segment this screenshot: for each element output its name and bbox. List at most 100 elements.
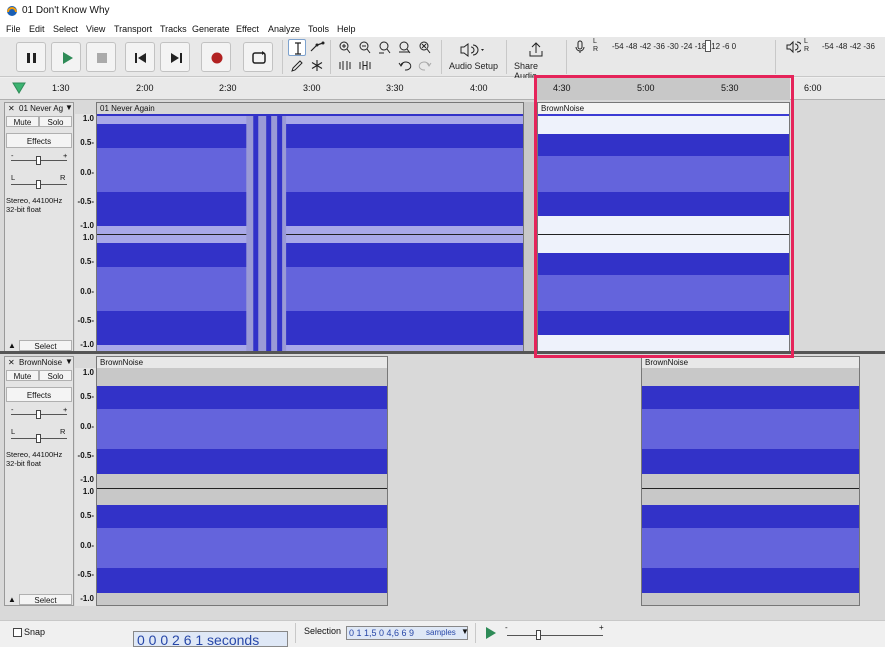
menu-help[interactable]: Help bbox=[337, 24, 356, 34]
draw-tool[interactable] bbox=[288, 57, 306, 74]
select-track-button[interactable]: Select bbox=[19, 594, 72, 605]
zoom-toggle-button[interactable] bbox=[416, 39, 434, 56]
mute-button[interactable]: Mute bbox=[6, 116, 39, 127]
silence-icon bbox=[359, 61, 371, 70]
menu-transport[interactable]: Transport bbox=[114, 24, 152, 34]
close-track-icon[interactable]: ✕ bbox=[8, 358, 15, 367]
empty-track-space bbox=[790, 102, 885, 352]
ruler-tick: 3:00 bbox=[303, 83, 321, 93]
menu-view[interactable]: View bbox=[86, 24, 105, 34]
scale-label: 1.0 bbox=[82, 487, 94, 496]
collapse-track-icon[interactable]: ▲ bbox=[8, 341, 16, 350]
effects-button[interactable]: Effects bbox=[6, 387, 72, 402]
menu-file[interactable]: File bbox=[6, 24, 21, 34]
window-title: 01 Don't Know Why bbox=[22, 5, 110, 16]
track-name[interactable]: 01 Never Ag bbox=[19, 104, 63, 113]
audio-setup-button[interactable]: Audio Setup bbox=[448, 40, 500, 74]
empty-track-area bbox=[96, 606, 885, 620]
solo-button[interactable]: Solo bbox=[39, 116, 72, 127]
timeline-options-icon[interactable] bbox=[12, 82, 26, 94]
vertical-scale-1[interactable]: 1.0 0.5- 0.0- -0.5- -1.0 1.0 0.5- 0.0- -… bbox=[75, 114, 96, 352]
gain-slider[interactable] bbox=[36, 410, 41, 419]
selection-start-field[interactable]: 0 1 1,5 0 4,6 6 9 samples ▼ bbox=[346, 626, 469, 640]
mute-button[interactable]: Mute bbox=[6, 370, 39, 381]
play-meter-ticks: -54 -48 -42 -36 bbox=[822, 42, 875, 51]
speed-minus-label: - bbox=[505, 623, 508, 632]
skip-end-icon bbox=[171, 53, 182, 63]
time-display[interactable]: 0 0 0 2 6 1 seconds bbox=[133, 631, 288, 647]
selection-label: Selection bbox=[304, 626, 342, 636]
audio-clip[interactable]: BrownNoise bbox=[96, 356, 388, 606]
multi-tool[interactable] bbox=[308, 57, 326, 74]
clip-name[interactable]: BrownNoise bbox=[97, 357, 387, 368]
share-audio-button[interactable]: Share Audio bbox=[511, 40, 563, 81]
pan-slider[interactable] bbox=[36, 434, 41, 443]
play-speed-slider[interactable] bbox=[536, 630, 541, 640]
menu-select[interactable]: Select bbox=[53, 24, 78, 34]
record-button[interactable] bbox=[201, 42, 231, 72]
menu-edit[interactable]: Edit bbox=[29, 24, 45, 34]
undo-button[interactable] bbox=[396, 57, 414, 74]
audio-clip[interactable]: BrownNoise bbox=[641, 356, 860, 606]
track-menu-icon[interactable]: ▼ bbox=[65, 357, 73, 366]
silence-audio-button[interactable] bbox=[356, 57, 374, 74]
zoom-out-button[interactable] bbox=[356, 39, 374, 56]
track-menu-icon[interactable]: ▼ bbox=[65, 103, 73, 112]
gain-minus-label: - bbox=[11, 151, 14, 160]
skip-end-button[interactable] bbox=[160, 42, 190, 72]
trim-audio-button[interactable] bbox=[336, 57, 354, 74]
pause-button[interactable] bbox=[16, 42, 46, 72]
track-bitdepth: 32-bit float bbox=[6, 205, 42, 214]
loop-button[interactable] bbox=[243, 42, 273, 72]
menu-generate[interactable]: Generate bbox=[192, 24, 230, 34]
menu-tools[interactable]: Tools bbox=[308, 24, 329, 34]
clip-name[interactable]: BrownNoise bbox=[642, 357, 859, 368]
gain-minus-label: - bbox=[11, 405, 14, 414]
track-name[interactable]: BrownNoise bbox=[19, 358, 62, 367]
track-controls-1: ✕ 01 Never Ag ▼ Mute Solo Effects - + L … bbox=[4, 102, 74, 352]
record-meter[interactable]: -54 -48 -42 -36 -30 -24 -18 -12 -6 0 bbox=[600, 42, 770, 52]
gain-plus-label: + bbox=[63, 151, 68, 160]
record-level-slider[interactable] bbox=[705, 40, 711, 52]
selection-tool[interactable] bbox=[288, 39, 306, 56]
playback-meter[interactable]: -54 -48 -42 -36 bbox=[810, 42, 885, 52]
pan-slider[interactable] bbox=[36, 180, 41, 189]
scale-label: 0.0- bbox=[80, 168, 94, 177]
record-meter-lr: L R bbox=[593, 38, 599, 53]
zoom-in-button[interactable] bbox=[336, 39, 354, 56]
clip-name[interactable]: 01 Never Again bbox=[97, 103, 523, 114]
fit-selection-button[interactable] bbox=[376, 39, 394, 56]
snap-checkbox[interactable] bbox=[13, 628, 22, 637]
unit-dropdown-icon[interactable]: ▼ bbox=[461, 627, 469, 636]
menu-analyze[interactable]: Analyze bbox=[268, 24, 300, 34]
scale-label: -1.0 bbox=[80, 340, 94, 349]
collapse-track-icon[interactable]: ▲ bbox=[8, 595, 16, 604]
close-track-icon[interactable]: ✕ bbox=[8, 104, 15, 113]
selection-unit[interactable]: samples bbox=[426, 628, 456, 637]
menu-effect[interactable]: Effect bbox=[236, 24, 259, 34]
title-bar: 01 Don't Know Why bbox=[0, 0, 885, 22]
scale-label: 0.5- bbox=[80, 511, 94, 520]
vertical-scale-2[interactable]: 1.0 0.5- 0.0- -0.5- -1.0 1.0 0.5- 0.0- -… bbox=[75, 368, 96, 606]
select-track-button[interactable]: Select bbox=[19, 340, 72, 351]
play-button[interactable] bbox=[51, 42, 81, 72]
highlight-box bbox=[534, 75, 794, 358]
skip-start-button[interactable] bbox=[125, 42, 155, 72]
solo-button[interactable]: Solo bbox=[39, 370, 72, 381]
pause-icon bbox=[27, 53, 36, 63]
envelope-tool[interactable] bbox=[308, 39, 326, 56]
redo-button[interactable] bbox=[416, 57, 434, 74]
scale-label: 1.0 bbox=[82, 233, 94, 242]
play-at-speed-icon[interactable] bbox=[484, 626, 498, 640]
record-icon bbox=[211, 52, 223, 64]
fit-project-button[interactable] bbox=[396, 39, 414, 56]
menu-tracks[interactable]: Tracks bbox=[160, 24, 187, 34]
stop-button[interactable] bbox=[86, 42, 116, 72]
zoom-in-icon bbox=[339, 41, 351, 54]
undo-icon bbox=[398, 61, 412, 71]
speaker-meter-icon bbox=[786, 40, 801, 54]
gain-slider[interactable] bbox=[36, 156, 41, 165]
effects-button[interactable]: Effects bbox=[6, 133, 72, 148]
audio-clip[interactable]: 01 Never Again bbox=[96, 102, 524, 352]
scale-label: -0.5- bbox=[77, 316, 94, 325]
